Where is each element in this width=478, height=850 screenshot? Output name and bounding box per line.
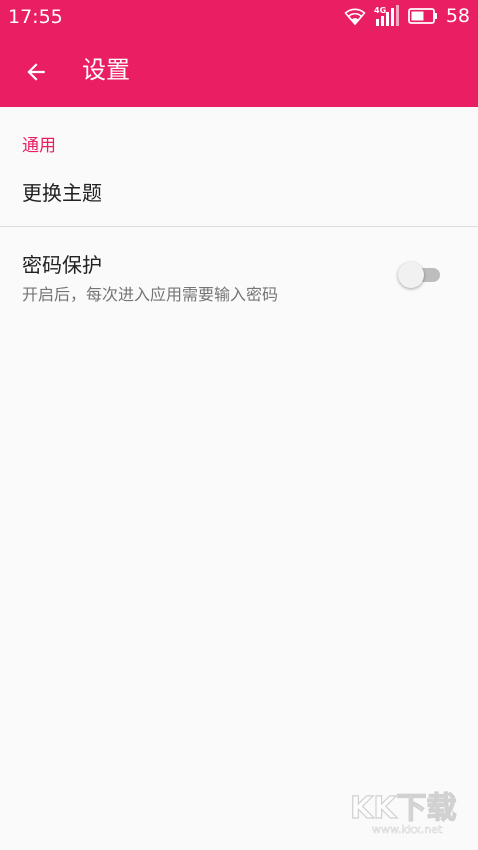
section-header-general: 通用 [22,136,56,156]
switch-thumb [398,262,424,288]
wifi-icon [344,8,366,26]
status-time: 17:55 [8,6,63,28]
network-type-label: 4G [374,6,386,15]
password-protection-summary: 开启后，每次进入应用需要输入密码 [22,285,279,304]
app-toolbar: 设置 [0,34,478,107]
arrow-back-icon [27,63,45,81]
change-theme-item[interactable]: 更换主题 [0,160,478,226]
status-bar: 17:55 4G 58 [0,0,478,34]
battery-level: 58 [445,5,470,27]
status-icons: 4G 58 [344,5,470,27]
password-protection-item[interactable]: 密码保护 开启后，每次进入应用需要输入密码 [0,227,478,317]
watermark-url: www.kkx.net [372,823,443,836]
kk-watermark: KK下载 www.kkx.net [349,786,468,836]
page-title: 设置 [82,56,130,84]
change-theme-label: 更换主题 [22,181,102,205]
watermark-text: KK下载 [350,791,457,826]
kk-logo: KK下载 www.kkx.net [349,790,457,836]
signal-icon: 4G [374,5,399,26]
back-button[interactable] [16,52,56,92]
password-protection-label: 密码保护 [22,253,102,277]
password-protection-switch[interactable] [398,261,444,289]
battery-icon [407,8,437,24]
